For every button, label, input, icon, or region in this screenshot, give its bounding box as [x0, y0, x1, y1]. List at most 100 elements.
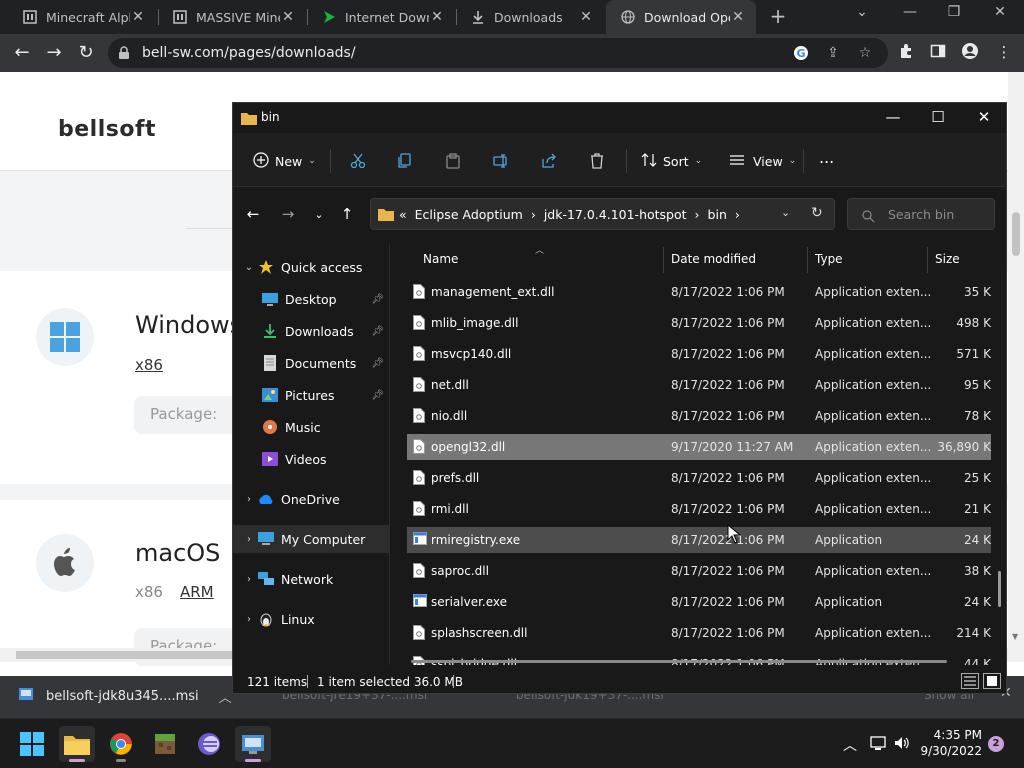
breadcrumb-item[interactable]: Eclipse Adoptium: [415, 207, 523, 222]
table-row[interactable]: rmiregistry.exe 8/17/2022 1:06 PM Applicat…: [407, 527, 991, 553]
column-header-date[interactable]: Date modified: [663, 247, 764, 271]
menu-icon[interactable]: ⋮: [994, 43, 1014, 63]
pin-icon[interactable]: 📌︎: [371, 294, 384, 305]
rename-icon[interactable]: [493, 151, 509, 171]
address-bar[interactable]: bell-sw.com/pages/downloads/ G ⇪ ☆: [108, 38, 888, 68]
maximize-icon[interactable]: ☐: [928, 108, 948, 126]
extensions-icon[interactable]: [896, 43, 916, 63]
chevron-up-icon[interactable]: ︿: [219, 687, 232, 706]
search-input[interactable]: Search bin: [847, 198, 995, 230]
table-row[interactable]: serialver.exe 8/17/2022 1:06 PM Applicatio…: [407, 589, 991, 615]
chevron-down-icon[interactable]: ⌄: [241, 262, 257, 273]
minimize-icon[interactable]: —: [898, 4, 922, 20]
nav-item-pictures[interactable]: Pictures 📌︎: [233, 381, 390, 409]
refresh-icon[interactable]: ↻: [811, 205, 823, 221]
chevron-right-icon[interactable]: ›: [241, 494, 257, 505]
nav-item-videos[interactable]: Videos: [233, 445, 390, 473]
reload-icon[interactable]: ↻: [76, 43, 96, 63]
network-status-icon[interactable]: [870, 735, 888, 755]
windows-start-icon[interactable]: [14, 726, 50, 762]
pin-icon[interactable]: 📌︎: [371, 326, 384, 337]
arch-arm-link[interactable]: ARM: [180, 583, 214, 601]
browser-tab[interactable]: MASSIVE Mine ✕: [158, 0, 306, 34]
bellsoft-logo[interactable]: bellsoft: [58, 117, 156, 142]
table-row[interactable]: net.dll 8/17/2022 1:06 PM Application exte…: [407, 372, 991, 398]
minecraft-icon[interactable]: [147, 726, 183, 762]
system-clock[interactable]: 4:35 PM 9/30/2022: [918, 727, 982, 759]
recent-locations-icon[interactable]: ⌄: [309, 208, 329, 221]
table-row[interactable]: splashscreen.dll 8/17/2022 1:06 PM Applica…: [407, 620, 991, 646]
tab-search-icon[interactable]: ⌄: [850, 4, 874, 20]
cut-icon[interactable]: [350, 151, 366, 171]
tiles-view-icon[interactable]: [983, 673, 1001, 689]
forward-icon[interactable]: →: [278, 205, 298, 223]
chevron-right-icon[interactable]: ›: [241, 574, 257, 585]
chevron-right-icon[interactable]: ›: [241, 614, 257, 625]
chevron-right-icon[interactable]: ›: [241, 534, 257, 545]
minimize-icon[interactable]: —: [883, 108, 903, 126]
download-item[interactable]: bellsoft-jdk8u345....msi ︿: [18, 686, 232, 706]
browser-tab-active[interactable]: Download Ope ✕: [606, 0, 756, 34]
bookmark-star-icon[interactable]: ☆: [856, 45, 874, 63]
nav-item-desktop[interactable]: Desktop 📌︎: [233, 285, 390, 313]
close-icon[interactable]: ✕: [130, 9, 146, 25]
google-icon[interactable]: G: [792, 45, 810, 63]
share-icon[interactable]: ⇪: [824, 45, 842, 63]
file-list-scrollbar[interactable]: [998, 273, 1002, 653]
chevron-down-icon[interactable]: ⌄: [781, 206, 790, 219]
close-icon[interactable]: ✕: [280, 9, 296, 25]
eclipse-icon[interactable]: [191, 726, 227, 762]
close-icon[interactable]: ✕: [730, 9, 746, 25]
details-view-icon[interactable]: [961, 673, 979, 689]
close-icon[interactable]: ✕: [578, 9, 594, 25]
explorer-address-bar[interactable]: « Eclipse Adoptium › jdk-17.0.4.101-hots…: [370, 198, 835, 230]
breadcrumb-item[interactable]: bin: [708, 207, 727, 222]
back-icon[interactable]: ←: [243, 205, 263, 223]
table-row[interactable]: opengl32.dll 9/17/2020 11:27 AM Applicatio…: [407, 434, 991, 460]
arch-x86-link[interactable]: x86: [135, 356, 163, 374]
close-icon[interactable]: ✕: [974, 108, 994, 126]
notification-badge[interactable]: 2: [988, 736, 1004, 752]
file-explorer-icon[interactable]: [59, 726, 95, 762]
new-button[interactable]: New ⌄: [253, 151, 316, 171]
column-header-type[interactable]: Type: [807, 247, 851, 271]
copy-icon[interactable]: [397, 151, 413, 171]
pin-icon[interactable]: 📌︎: [371, 390, 384, 401]
close-icon[interactable]: ✕: [429, 9, 445, 25]
table-row[interactable]: prefs.dll 8/17/2022 1:06 PM Application ex…: [407, 465, 991, 491]
table-row[interactable]: msvcp140.dll 8/17/2022 1:06 PM Application…: [407, 341, 991, 367]
nav-item-quick-access[interactable]: ⌄ Quick access: [233, 253, 390, 281]
pin-icon[interactable]: 📌︎: [371, 358, 384, 369]
nav-item-music[interactable]: Music: [233, 413, 390, 441]
nav-item-my-computer[interactable]: › My Computer: [233, 525, 390, 553]
close-window-icon[interactable]: ✕: [988, 4, 1012, 20]
arch-x86-link[interactable]: x86: [135, 583, 163, 601]
side-panel-icon[interactable]: [928, 43, 948, 63]
up-icon[interactable]: ↑: [337, 205, 357, 223]
nav-item-linux[interactable]: › Linux: [233, 605, 390, 633]
browser-tab[interactable]: Minecraft Alpha ✕: [8, 0, 156, 34]
table-row[interactable]: rmi.dll 8/17/2022 1:06 PM Application exte…: [407, 496, 991, 522]
chevron-up-icon[interactable]: ︿: [843, 735, 857, 755]
volume-icon[interactable]: [893, 735, 911, 755]
new-tab-icon[interactable]: +: [768, 6, 788, 26]
forward-icon[interactable]: →: [44, 43, 64, 63]
sort-button[interactable]: Sort ⌄: [641, 151, 702, 171]
table-row[interactable]: mlib_image.dll 8/17/2022 1:06 PM Applicati…: [407, 310, 991, 336]
browser-tab[interactable]: Internet Downlo ✕: [307, 0, 455, 34]
restore-icon[interactable]: ❐: [942, 4, 966, 20]
share-icon[interactable]: [541, 151, 557, 171]
nav-item-documents[interactable]: Documents 📌︎: [233, 349, 390, 377]
more-options-icon[interactable]: ...: [819, 147, 834, 167]
browser-tab[interactable]: Downloads ✕: [456, 0, 604, 34]
breadcrumb-item[interactable]: jdk-17.0.4.101-hotspot: [544, 207, 687, 222]
table-row[interactable]: saproc.dll 8/17/2022 1:06 PM Application e…: [407, 558, 991, 584]
back-icon[interactable]: ←: [12, 43, 32, 63]
profile-icon[interactable]: [960, 43, 980, 63]
table-row[interactable]: nio.dll 8/17/2022 1:06 PM Application exte…: [407, 403, 991, 429]
nav-item-onedrive[interactable]: › OneDrive: [233, 485, 390, 513]
table-row[interactable]: management_ext.dll 8/17/2022 1:06 PM Appli…: [407, 279, 991, 305]
view-button[interactable]: View ⌄: [729, 151, 796, 171]
chrome-icon[interactable]: [103, 726, 139, 762]
column-header-name[interactable]: Name: [415, 247, 466, 271]
